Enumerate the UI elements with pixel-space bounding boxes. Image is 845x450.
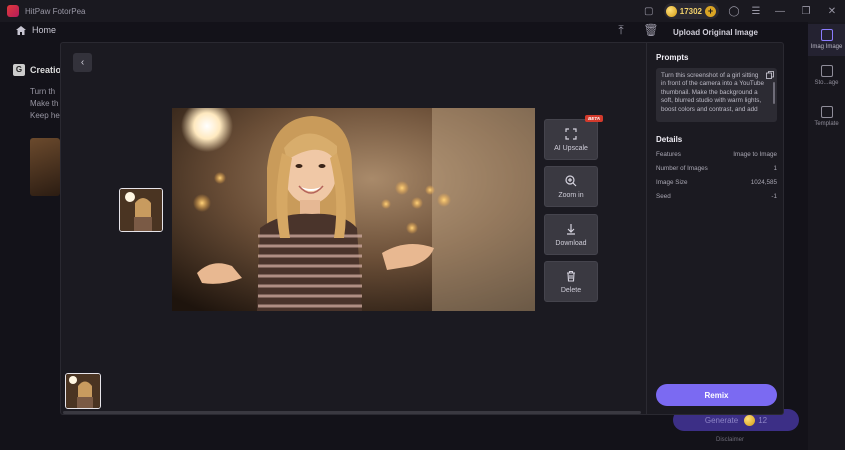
rail-item-label: Sto...age xyxy=(814,80,839,86)
history-thumbnail-image xyxy=(66,374,100,408)
app-window: HitPaw FotorPea ▢ 17302 + ◯ ☰ — ❐ ✕ Home… xyxy=(0,0,845,450)
ai-upscale-label: AI Upscale xyxy=(554,144,588,152)
detail-label: Image Size xyxy=(656,179,688,186)
right-tool-rail: Imag Image Sto...age Template xyxy=(808,22,845,450)
download-icon xyxy=(567,223,575,235)
image-viewer: ‹ BETA AI Upscale Zoom in Download Delet… xyxy=(61,43,646,414)
home-label: Home xyxy=(32,25,57,35)
delete-button[interactable]: Delete xyxy=(544,261,598,302)
rail-item-label: Imag Image xyxy=(810,44,843,50)
back-button[interactable]: ‹ xyxy=(73,53,92,72)
delete-label: Delete xyxy=(560,286,582,294)
close-window-button[interactable]: ✕ xyxy=(819,0,845,22)
prompt-scrollbar[interactable] xyxy=(773,82,775,104)
detail-value: -1 xyxy=(771,193,777,200)
creation-line: Keep he xyxy=(30,111,60,120)
creation-badge-icon: G xyxy=(13,64,25,76)
remix-button[interactable]: Remix xyxy=(656,384,777,406)
portrait-photo xyxy=(172,108,535,311)
detail-row-number-of-images: Number of Images 1 xyxy=(656,165,777,172)
title-bar: HitPaw FotorPea ▢ 17302 + ◯ ☰ — ❐ ✕ xyxy=(0,0,845,22)
trash-icon xyxy=(567,270,575,282)
thumbnail-scrollbar[interactable] xyxy=(63,411,641,414)
image-to-image-icon xyxy=(820,29,833,41)
upload-original-title: Upload Original Image xyxy=(673,28,758,37)
coin-icon xyxy=(744,414,756,426)
creation-prompt-preview: Turn th Make th Keep he xyxy=(30,86,60,122)
maximize-button[interactable]: ❐ xyxy=(793,0,819,22)
prompts-title: Prompts xyxy=(656,53,689,62)
credits-count: 17302 xyxy=(679,6,702,16)
detail-row-image-size: Image Size 1024,585 xyxy=(656,179,777,186)
generated-image[interactable] xyxy=(172,108,535,311)
detail-label: Features xyxy=(656,151,681,158)
zoom-in-button[interactable]: Zoom in xyxy=(544,166,598,207)
credits-badge[interactable]: 17302 + xyxy=(663,3,719,19)
history-thumbnail[interactable] xyxy=(65,373,101,409)
detail-label: Seed xyxy=(656,193,671,200)
download-button[interactable]: Download xyxy=(544,214,598,255)
zoom-in-label: Zoom in xyxy=(558,191,584,199)
creation-line: Turn th xyxy=(30,87,56,96)
detail-value: Image to Image xyxy=(733,151,777,158)
detail-row-seed: Seed -1 xyxy=(656,193,777,200)
home-icon xyxy=(16,25,26,35)
template-icon xyxy=(820,106,833,118)
generate-label: Generate xyxy=(704,415,739,425)
disclaimer-link[interactable]: Disclaimer xyxy=(716,437,744,443)
prompt-text: Turn this screenshot of a girl sitting i… xyxy=(661,72,765,113)
download-label: Download xyxy=(555,239,587,247)
thumbnail-image xyxy=(120,189,162,231)
creation-title: Creatio xyxy=(30,65,62,75)
detail-label: Number of Images xyxy=(656,165,708,172)
details-panel: Prompts Turn this screenshot of a girl s… xyxy=(646,43,783,414)
user-icon[interactable]: ◯ xyxy=(726,3,742,19)
image-preview-modal: ‹ BETA AI Upscale Zoom in Download Delet… xyxy=(60,42,784,415)
header-tools: ⤒ 🗑 xyxy=(606,22,666,38)
details-title: Details xyxy=(656,135,683,144)
chevron-left-icon: ‹ xyxy=(80,57,85,68)
copy-icon[interactable] xyxy=(766,71,774,79)
ai-upscale-button[interactable]: BETA AI Upscale xyxy=(544,115,603,160)
add-credits-icon[interactable]: + xyxy=(705,5,716,17)
menu-icon[interactable]: ☰ xyxy=(748,3,764,19)
coin-icon xyxy=(665,5,677,17)
expand-icon xyxy=(565,127,577,140)
upload-icon[interactable]: ⤒ xyxy=(613,22,629,38)
detail-row-features: Features Image to Image xyxy=(656,151,777,158)
app-logo-icon xyxy=(7,5,19,17)
home-nav[interactable]: Home xyxy=(16,25,56,35)
trash-header-icon[interactable]: 🗑 xyxy=(643,22,659,38)
rail-item-image-to-image[interactable]: Imag Image xyxy=(808,24,845,56)
rail-item-label: Template xyxy=(814,121,839,127)
rail-item-edit[interactable]: Sto...age xyxy=(808,65,845,93)
app-title: HitPaw FotorPea xyxy=(25,6,86,16)
detail-value: 1024,585 xyxy=(750,179,777,186)
prompt-text-box[interactable]: Turn this screenshot of a girl sitting i… xyxy=(656,68,777,122)
beta-badge: BETA xyxy=(585,115,603,122)
generate-cost: 12 xyxy=(758,415,768,425)
title-bar-controls: ▢ 17302 + ◯ ☰ — ❐ ✕ xyxy=(638,0,845,22)
edit-image-icon xyxy=(820,65,833,77)
rail-item-template[interactable]: Template xyxy=(808,106,845,134)
minimize-button[interactable]: — xyxy=(767,0,793,22)
detail-value: 1 xyxy=(773,165,777,172)
zoom-in-icon xyxy=(565,174,577,186)
creation-line: Make th xyxy=(30,99,59,108)
generated-thumbnail-selected[interactable] xyxy=(119,188,163,232)
creation-thumbnail[interactable] xyxy=(30,138,60,196)
gift-icon[interactable]: ▢ xyxy=(641,3,657,19)
